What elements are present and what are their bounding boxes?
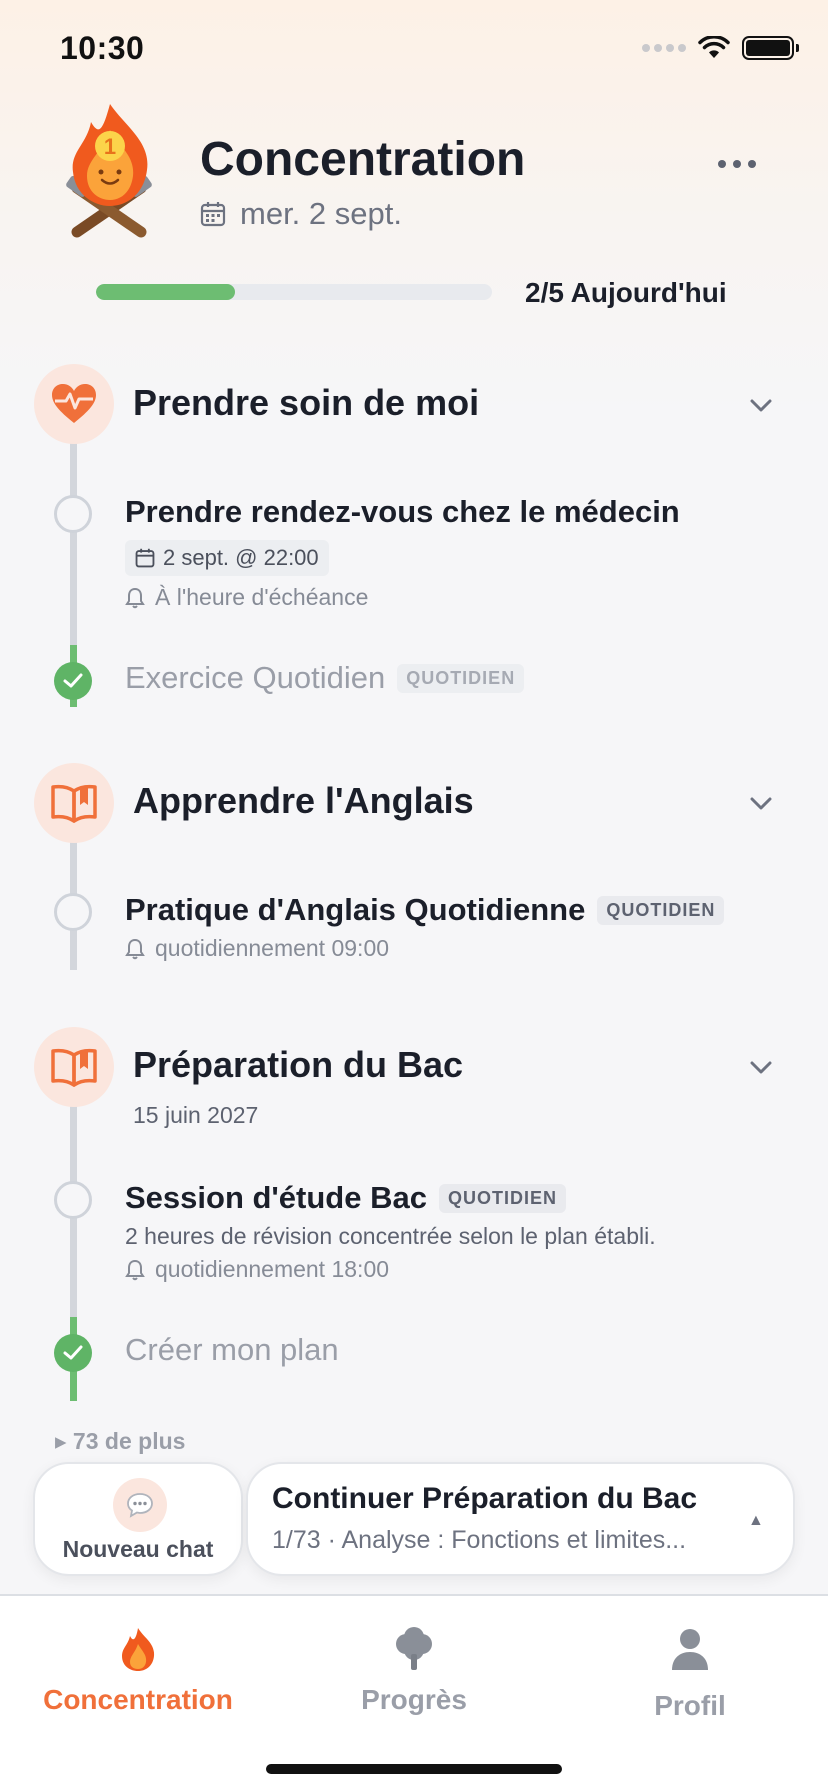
tab-concentration[interactable]: Concentration [0, 1622, 276, 1716]
task-title[interactable]: Créer mon plan [125, 1332, 339, 1368]
group-title[interactable]: Préparation du Bac [133, 1044, 463, 1086]
timeline-rail [70, 440, 77, 645]
group-icon [34, 763, 114, 843]
reminder-text: quotidiennement 09:00 [155, 935, 390, 961]
task-checkbox[interactable] [54, 495, 92, 533]
open-book-icon [51, 784, 97, 823]
tree-icon [396, 1627, 432, 1670]
tab-label: Concentration [43, 1684, 233, 1715]
bell-icon [125, 938, 145, 959]
group-deadline: 15 juin 2027 [133, 1102, 259, 1128]
task-checkbox-done[interactable] [54, 1334, 92, 1372]
chevron-down-icon[interactable] [746, 390, 776, 420]
logo-badge-number: 1 [104, 134, 116, 159]
task-checkbox[interactable] [54, 893, 92, 931]
task-title-text: Prendre rendez-vous chez le médecin [125, 494, 680, 529]
person-icon [672, 1629, 708, 1670]
task-title[interactable]: Exercice Quotidien QUOTIDIEN [125, 660, 525, 696]
group-icon [34, 364, 114, 444]
task-title-text: Exercice Quotidien [125, 660, 386, 695]
tab-progres[interactable]: Progrès [276, 1622, 552, 1716]
home-indicator [266, 1764, 562, 1774]
chevron-down-icon[interactable] [746, 1052, 776, 1082]
cellular-signal-icon [642, 44, 686, 52]
task-title-text: Pratique d'Anglais Quotidienne [125, 892, 586, 927]
reminder-text: quotidiennement 18:00 [155, 1256, 390, 1282]
status-time: 10:30 [60, 30, 145, 66]
daily-progress-fill [96, 284, 235, 300]
task-title-text: Créer mon plan [125, 1332, 339, 1367]
task-checkbox[interactable] [54, 1181, 92, 1219]
reminder-line: quotidiennement 18:00 [125, 1256, 389, 1283]
task-title[interactable]: Pratique d'Anglais Quotidienne QUOTIDIEN [125, 892, 725, 928]
recurrence-badge: QUOTIDIEN [397, 663, 525, 693]
header-date: mer. 2 sept. [200, 196, 402, 232]
header-date-text: mer. 2 sept. [240, 196, 402, 231]
open-book-icon [51, 1048, 97, 1087]
check-icon [63, 1345, 83, 1360]
campfire-logo-icon: 1 [66, 104, 152, 238]
reminder-line: À l'heure d'échéance [125, 584, 368, 611]
group-title[interactable]: Apprendre l'Anglais [133, 780, 474, 822]
chevron-down-icon[interactable] [746, 788, 776, 818]
group-icon [34, 1027, 114, 1107]
tab-label: Profil [654, 1690, 726, 1721]
due-date-text: 2 sept. @ 22:00 [163, 545, 319, 570]
reminder-text: À l'heure d'échéance [155, 584, 369, 610]
expand-up-icon[interactable]: ▲ [748, 1512, 764, 1530]
tab-label: Progrès [361, 1684, 467, 1715]
wifi-icon [698, 36, 730, 58]
calendar-icon [200, 202, 226, 227]
heart-pulse-icon [52, 384, 96, 423]
task-description: 2 heures de révision concentrée selon le… [125, 1223, 656, 1249]
bell-icon [125, 587, 145, 608]
continue-title: Continuer Préparation du Bac [272, 1482, 698, 1515]
check-icon [63, 673, 83, 688]
new-chat-label: Nouveau chat [62, 1536, 214, 1562]
recurrence-badge: QUOTIDIEN [438, 1183, 566, 1213]
group-title[interactable]: Prendre soin de moi [133, 382, 479, 424]
task-title[interactable]: Prendre rendez-vous chez le médecin [125, 494, 680, 530]
task-title-text: Session d'étude Bac [125, 1180, 427, 1215]
flame-icon [122, 1628, 155, 1671]
show-more-link[interactable]: ▸ 73 de plus [55, 1428, 185, 1455]
page-title: Concentration [200, 133, 526, 186]
status-icons [642, 36, 799, 60]
bell-icon [125, 1259, 145, 1280]
calendar-icon [135, 548, 155, 568]
task-checkbox-done[interactable] [54, 662, 92, 700]
due-date-chip: 2 sept. @ 22:00 [125, 540, 329, 576]
tab-bar: Concentration Progrès Profil [0, 1594, 828, 1792]
task-title[interactable]: Session d'étude Bac QUOTIDIEN [125, 1180, 566, 1216]
continue-subtitle: 1/73 · Analyse : Fonctions et limites... [272, 1526, 687, 1554]
new-chat-button[interactable]: Nouveau chat [33, 1462, 243, 1576]
more-options-button[interactable] [718, 160, 756, 168]
daily-progress-bar [96, 284, 492, 300]
daily-progress-label: 2/5 Aujourd'hui [525, 277, 727, 308]
reminder-line: quotidiennement 09:00 [125, 935, 389, 962]
recurrence-badge: QUOTIDIEN [597, 895, 725, 925]
continue-session-card[interactable]: Continuer Préparation du Bac 1/73 · Anal… [246, 1462, 795, 1576]
chat-bubble-icon [113, 1478, 167, 1532]
battery-icon [742, 36, 799, 60]
tab-profil[interactable]: Profil [552, 1622, 828, 1722]
